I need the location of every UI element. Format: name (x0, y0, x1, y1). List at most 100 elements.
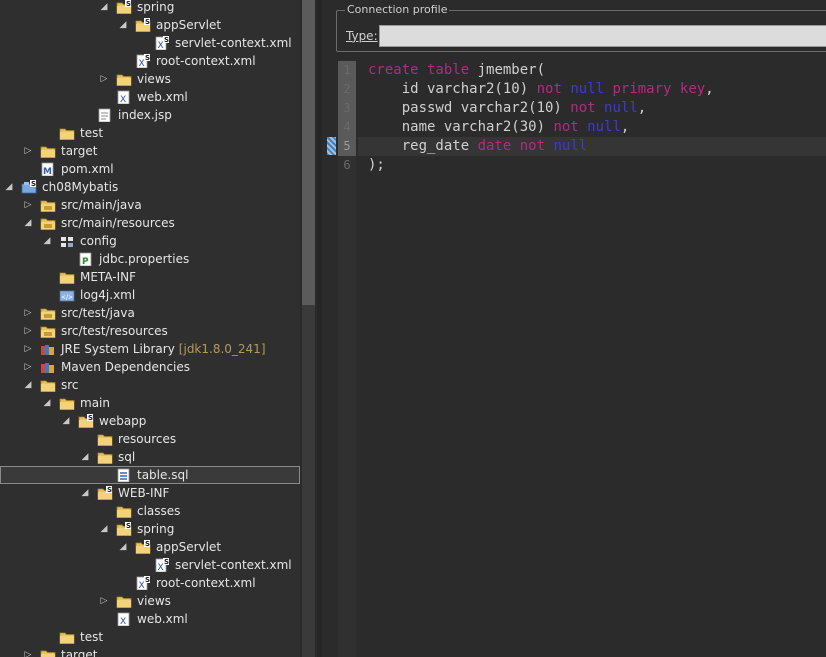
tree-item-label: src/test/resources (61, 324, 168, 338)
expand-arrow-icon[interactable]: ▷ (22, 304, 34, 322)
tree-item[interactable]: table.sql (0, 466, 300, 484)
code-line[interactable]: name varchar2(30) not null, (368, 118, 630, 137)
collapse-arrow-icon[interactable]: ◢ (98, 520, 110, 538)
tree-item-label: src/main/java (61, 198, 142, 212)
collapse-arrow-icon[interactable]: ◢ (79, 448, 91, 466)
tree-item[interactable]: ▷ Maven Dependencies (0, 358, 300, 376)
spring-xml-icon: XS (154, 558, 170, 573)
tree-item[interactable]: ◢ S WEB-INF (0, 484, 300, 502)
expand-arrow-icon[interactable]: ▷ (98, 70, 110, 88)
code-line[interactable]: id varchar2(10) not null primary key, (368, 80, 714, 99)
tree-item[interactable]: META-INF (0, 268, 300, 286)
tree-item[interactable]: Mpom.xml (0, 160, 300, 178)
svg-text:X: X (158, 563, 164, 572)
code-line[interactable]: reg_date date not null (368, 137, 587, 156)
svg-text:S: S (126, 0, 131, 8)
collapse-arrow-icon[interactable]: ◢ (41, 232, 53, 250)
tree-item[interactable]: test (0, 628, 300, 646)
source-folder-icon (40, 324, 56, 338)
tree-item[interactable]: ▷ src/main/java (0, 196, 300, 214)
tree-item[interactable]: X Sservlet-context.xml (0, 34, 300, 52)
collapse-arrow-icon[interactable]: ◢ (79, 484, 91, 502)
tree-item-label: root-context.xml (156, 576, 256, 590)
tree-item[interactable]: Pjdbc.properties (0, 250, 300, 268)
tree-item[interactable]: ◢ Sch08Mybatis (0, 178, 300, 196)
svg-text:S: S (164, 558, 169, 566)
code-token: ); (368, 157, 385, 173)
collapse-arrow-icon[interactable]: ◢ (117, 538, 129, 556)
code-area[interactable]: create table jmember( id varchar2(10) no… (358, 60, 826, 657)
source-folder-icon (40, 198, 56, 212)
tree-item-label: classes (137, 504, 181, 518)
folder-spring-icon: S (135, 540, 151, 554)
sql-keyword: primary key (612, 81, 706, 97)
code-token: jmember( (469, 62, 546, 78)
tree-item[interactable]: X Sroot-context.xml (0, 52, 300, 70)
collapse-arrow-icon[interactable]: ◢ (98, 0, 110, 16)
line-number-gutter: 12345 6 (338, 60, 356, 657)
tree-item[interactable]: X Sroot-context.xml (0, 574, 300, 592)
scrollbar-thumb[interactable] (302, 0, 315, 305)
folder-icon (40, 144, 56, 158)
collapse-arrow-icon[interactable]: ◢ (3, 178, 15, 196)
tree-item[interactable]: ◢ sql (0, 448, 300, 466)
tree-item[interactable]: ◢ SappServlet (0, 538, 300, 556)
folder-icon (40, 648, 56, 657)
tree-item-label: log4j.xml (80, 288, 136, 302)
sql-keyword: date (477, 138, 512, 154)
explorer-scrollbar[interactable] (300, 0, 317, 657)
collapse-arrow-icon[interactable]: ◢ (22, 376, 34, 394)
tree-item[interactable]: X Sservlet-context.xml (0, 556, 300, 574)
current-line-marker[interactable] (327, 137, 336, 155)
tree-item[interactable]: ◢ src (0, 376, 300, 394)
collapse-arrow-icon[interactable]: ◢ (41, 394, 53, 412)
collapse-arrow-icon[interactable]: ◢ (60, 412, 72, 430)
scrollbar-track[interactable] (302, 305, 315, 657)
code-line[interactable]: create table jmember( (368, 61, 545, 80)
tree-item[interactable]: Xweb.xml (0, 610, 300, 628)
overview-ruler[interactable] (326, 60, 336, 657)
tree-item[interactable]: ▷ src/test/resources (0, 322, 300, 340)
tree-item[interactable]: ◢ config (0, 232, 300, 250)
code-line[interactable]: ); (368, 156, 385, 175)
tree-item[interactable]: ▷ target (0, 142, 300, 160)
expand-arrow-icon[interactable]: ▷ (22, 646, 34, 657)
tree-item[interactable]: ◢ Swebapp (0, 412, 300, 430)
expand-arrow-icon[interactable]: ▷ (22, 142, 34, 160)
tree-item[interactable]: ◢ src/main/resources (0, 214, 300, 232)
type-combo[interactable] (379, 25, 826, 47)
sql-null-keyword: null (587, 119, 621, 135)
folder-icon (116, 72, 132, 86)
tree-item[interactable]: ▷ views (0, 70, 300, 88)
tree-item[interactable]: test (0, 124, 300, 142)
tree-item[interactable]: resources (0, 430, 300, 448)
expand-arrow-icon[interactable]: ▷ (22, 340, 34, 358)
tree-item-label: src/main/resources (61, 216, 175, 230)
expand-arrow-icon[interactable]: ▷ (22, 196, 34, 214)
svg-text:P: P (82, 257, 89, 266)
tree-item-label: jdbc.properties (99, 252, 190, 266)
tree-item[interactable]: classes (0, 502, 300, 520)
tree-item[interactable]: ◢ SappServlet (0, 16, 300, 34)
code-line[interactable]: passwd varchar2(10) not null, (368, 99, 646, 118)
expand-arrow-icon[interactable]: ▷ (98, 592, 110, 610)
tree-item[interactable]: ◢ main (0, 394, 300, 412)
tree-item[interactable]: Xweb.xml (0, 88, 300, 106)
tree-item[interactable]: index.jsp (0, 106, 300, 124)
tree-item[interactable]: ◢ Sspring (0, 520, 300, 538)
code-token: id varchar2(10) (368, 81, 537, 97)
collapse-arrow-icon[interactable]: ◢ (117, 16, 129, 34)
tree-item-label: src/test/java (61, 306, 135, 320)
tree-item[interactable]: ▷ views (0, 592, 300, 610)
tree-item[interactable]: ▷ src/test/java (0, 304, 300, 322)
line-number: 1 (338, 61, 356, 80)
expand-arrow-icon[interactable]: ▷ (22, 322, 34, 340)
expand-arrow-icon[interactable]: ▷ (22, 358, 34, 376)
tree-item[interactable]: </> log4j.xml (0, 286, 300, 304)
tree-item[interactable]: ◢ Sspring (0, 0, 300, 16)
project-explorer: ◢ Sspring ◢ SappServlet X Sservlet-context.xm… (0, 0, 300, 657)
collapse-arrow-icon[interactable]: ◢ (22, 214, 34, 232)
tree-item[interactable]: ▷ JRE System Library [jdk1.8.0_241] (0, 340, 300, 358)
tree-item[interactable]: ▷ target (0, 646, 300, 657)
